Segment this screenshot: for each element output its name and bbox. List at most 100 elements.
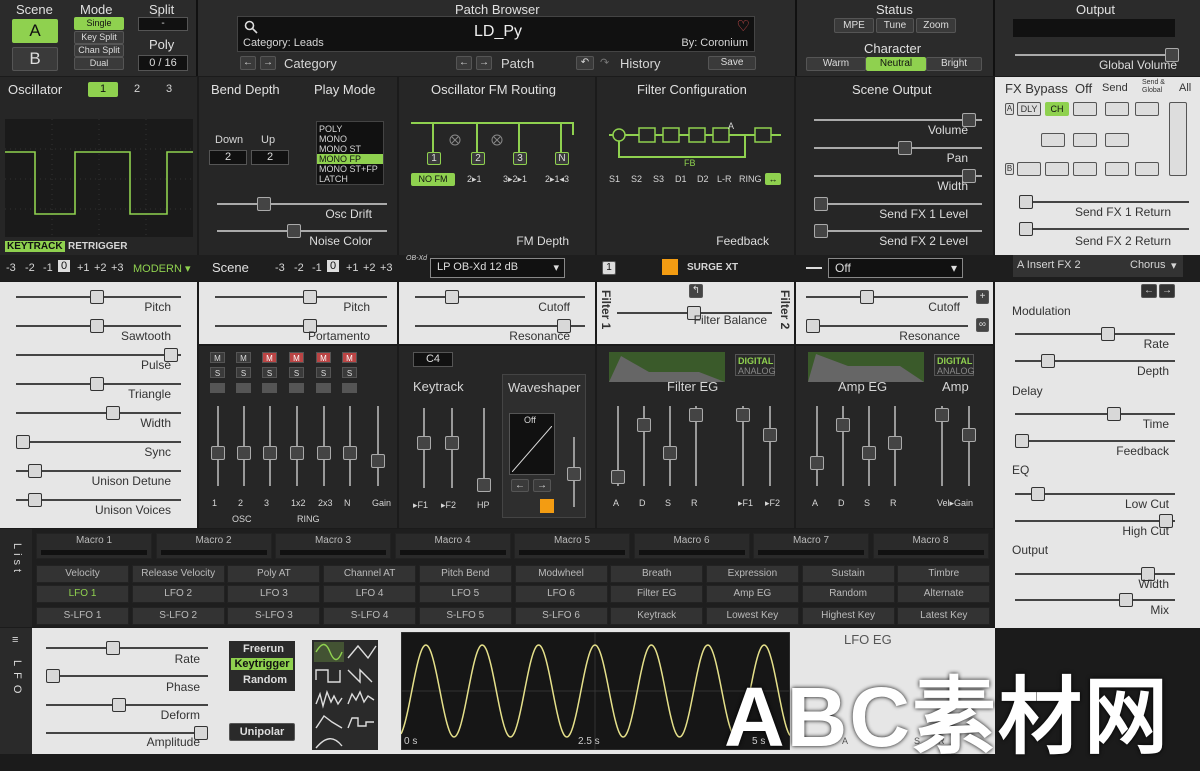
macro-7[interactable]: Macro 7 [753,533,869,559]
fx-slot[interactable] [1105,102,1129,116]
waveshaper-prev[interactable]: ← [511,479,529,492]
modsrc-9[interactable]: Timbre [897,565,991,583]
fx-width-slider[interactable] [1015,567,1175,581]
keytrack-f1-slider[interactable] [417,408,431,488]
filter-d1[interactable]: D1 [675,174,687,184]
mixer-mute-1[interactable]: M [236,352,251,363]
fx-slot[interactable] [1073,133,1097,147]
modsrc-4[interactable]: Pitch Bend [418,565,512,583]
slforow-4[interactable]: S-LFO 5 [418,607,512,625]
amp-eg-mode[interactable]: DIGITAL ANALOG [934,354,975,376]
split-value[interactable]: - [138,17,188,31]
fx-send-button[interactable]: Send [1102,82,1128,94]
slider-knob[interactable] [763,428,777,442]
mixer-slider-2[interactable] [263,406,277,486]
delay-feedback-slider[interactable] [1015,434,1175,448]
play-mode-mono-st[interactable]: MONO ST [319,144,361,154]
osc-2-tab[interactable]: 2 [134,83,140,95]
pulse-slider[interactable] [16,348,181,362]
filter1-resonance-slider[interactable] [415,319,585,333]
slforow-6[interactable]: Keytrack [610,607,704,625]
modsrc-8[interactable]: Sustain [801,565,895,583]
waveshaper-curve[interactable]: Off [509,413,555,475]
lfo-keytrigger[interactable]: Keytrigger [231,658,293,670]
slider-knob[interactable] [689,408,703,422]
lfo-freerun[interactable]: Freerun [243,643,284,655]
modsrc-6[interactable]: Breath [610,565,704,583]
mixer-slider-1[interactable] [237,406,251,486]
delay-time-slider[interactable] [1015,407,1175,421]
lfo-phase-slider[interactable] [46,669,208,683]
filter-eg-slider-3[interactable] [689,406,703,486]
fm-no-fm[interactable]: NO FM [411,173,455,186]
lforow-1[interactable]: LFO 2 [131,585,225,603]
filter-s2[interactable]: S2 [631,174,642,184]
lfo-amplitude-slider[interactable] [46,726,208,740]
scene-octave-0[interactable]: 0 [327,260,340,272]
lforow-9[interactable]: Alternate [897,585,991,603]
play-mode-poly[interactable]: POLY [319,124,342,134]
waveshaper-drive-slider[interactable] [567,437,581,507]
global-volume-slider[interactable] [1015,48,1179,62]
history-redo-icon[interactable]: ↷ [600,56,609,69]
slider-knob[interactable] [211,446,225,460]
category-prev-button[interactable]: ← [240,56,256,70]
menu-icon[interactable]: ≡ [12,634,18,646]
modsrc-5[interactable]: Modwheel [514,565,608,583]
mixer-slider-6[interactable] [371,406,385,486]
fx-slot[interactable] [1073,162,1097,176]
osc-3-tab[interactable]: 3 [166,83,172,95]
fm-2-1-3[interactable]: 2▸1◂3 [545,174,569,185]
filter-s1[interactable]: S1 [609,174,620,184]
fx-send-global-button[interactable]: Send & Global [1142,79,1170,95]
patch-next-button[interactable]: → [476,56,492,70]
scene-octave-m3[interactable]: -3 [275,262,285,274]
macro-3[interactable]: Macro 3 [275,533,391,559]
slider-knob[interactable] [317,446,331,460]
mixer-solo-2[interactable]: S [262,367,277,378]
osc-type-select[interactable]: MODERN ▾ [133,262,190,275]
slider-knob[interactable] [836,418,850,432]
filter-subtype-button[interactable]: 1 [602,261,616,275]
lfo-random[interactable]: Random [243,674,287,686]
mixer-solo-0[interactable]: S [210,367,225,378]
fx-global-slot[interactable] [1169,102,1187,176]
slider-knob[interactable] [371,454,385,468]
filter1-cutoff-slider[interactable] [415,290,585,304]
fx-mix-slider[interactable] [1015,593,1175,607]
amp-eg-slider-1[interactable] [836,406,850,486]
mixer-route-3[interactable] [289,383,304,393]
slider-knob[interactable] [736,408,750,422]
fx-slot[interactable] [1017,162,1041,176]
low-cut-slider[interactable] [1015,487,1175,501]
filter-eg-mode[interactable]: DIGITAL ANALOG [735,354,776,376]
osc-octave-p1[interactable]: +1 [77,262,90,274]
fx-prev-button[interactable]: ← [1141,284,1157,298]
slider-knob[interactable] [962,428,976,442]
lfo-rate-slider[interactable] [46,641,208,655]
filter-lr[interactable]: L-R [717,174,732,184]
macro-2[interactable]: Macro 2 [155,533,272,559]
fx-all-button[interactable]: All [1179,82,1191,94]
list-tab[interactable]: List [0,529,32,627]
macro-4[interactable]: Macro 4 [394,533,511,559]
slforow-0[interactable]: S-LFO 1 [36,607,129,625]
send-fx2-level-slider[interactable] [814,224,982,238]
slforow-3[interactable]: S-LFO 4 [323,607,417,625]
mixer-route-0[interactable] [210,383,225,393]
fx-slot[interactable] [1073,102,1097,116]
amp-eg-slider-3[interactable] [888,406,902,486]
waveshaper-next[interactable]: → [533,479,551,492]
category-next-button[interactable]: → [260,56,276,70]
amp-eg-digital[interactable]: DIGITAL [937,356,972,366]
fx-grid[interactable]: A DLY CH B [1005,100,1193,180]
mixer-route-5[interactable] [342,383,357,393]
amp-eg-slider-2[interactable] [862,406,876,486]
filter-ring[interactable]: RING [739,174,762,184]
mixer-mute-2[interactable]: M [262,352,277,363]
search-icon[interactable] [244,20,258,34]
filter-eg-slider-0[interactable] [611,406,625,486]
osc-octave-p3[interactable]: +3 [111,262,124,274]
slider-knob[interactable] [611,470,625,484]
width-osc-slider[interactable] [16,406,181,420]
